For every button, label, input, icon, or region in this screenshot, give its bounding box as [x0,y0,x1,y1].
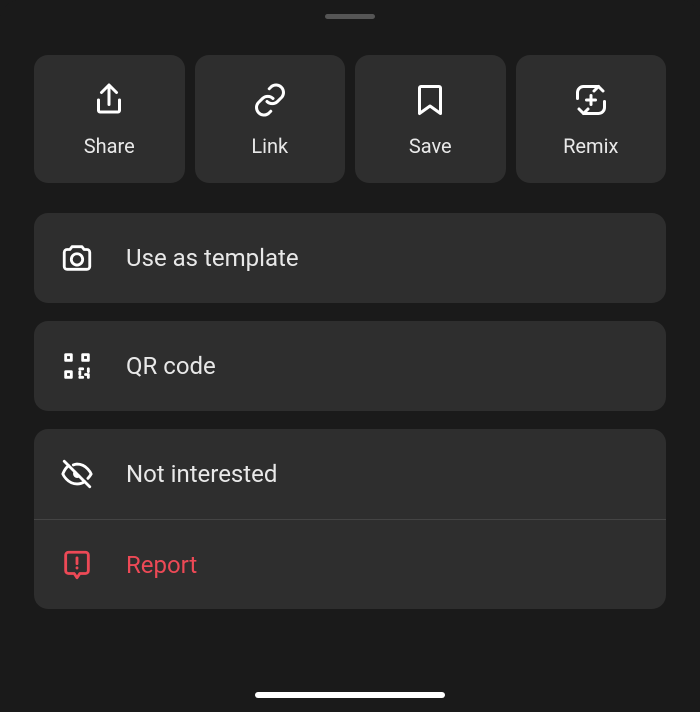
link-label: Link [251,134,288,158]
not-interested-button[interactable]: Not interested [34,429,666,519]
qr-code-button[interactable]: QR code [34,321,666,411]
not-interested-label: Not interested [126,460,277,488]
share-icon [91,80,127,120]
sheet-grabber[interactable] [325,14,375,19]
report-label: Report [126,551,197,579]
bookmark-icon [412,80,448,120]
remix-icon [573,80,609,120]
menu-section-qr: QR code [34,321,666,411]
top-actions-row: Share Link Save [0,55,700,183]
menu-section-feedback: Not interested Report [34,429,666,609]
remix-button[interactable]: Remix [516,55,667,183]
remix-label: Remix [563,134,618,158]
qr-code-icon [60,349,94,383]
qr-code-label: QR code [126,352,216,380]
camera-icon [60,241,94,275]
use-as-template-label: Use as template [126,244,299,272]
share-button[interactable]: Share [34,55,185,183]
home-indicator[interactable] [255,692,445,698]
share-label: Share [84,134,135,158]
link-button[interactable]: Link [195,55,346,183]
use-as-template-button[interactable]: Use as template [34,213,666,303]
eye-off-icon [60,457,94,491]
link-icon [252,80,288,120]
report-icon [60,548,94,582]
report-button[interactable]: Report [34,519,666,609]
action-sheet: Share Link Save [0,0,700,712]
save-label: Save [409,134,452,158]
save-button[interactable]: Save [355,55,506,183]
menu-section-template: Use as template [34,213,666,303]
